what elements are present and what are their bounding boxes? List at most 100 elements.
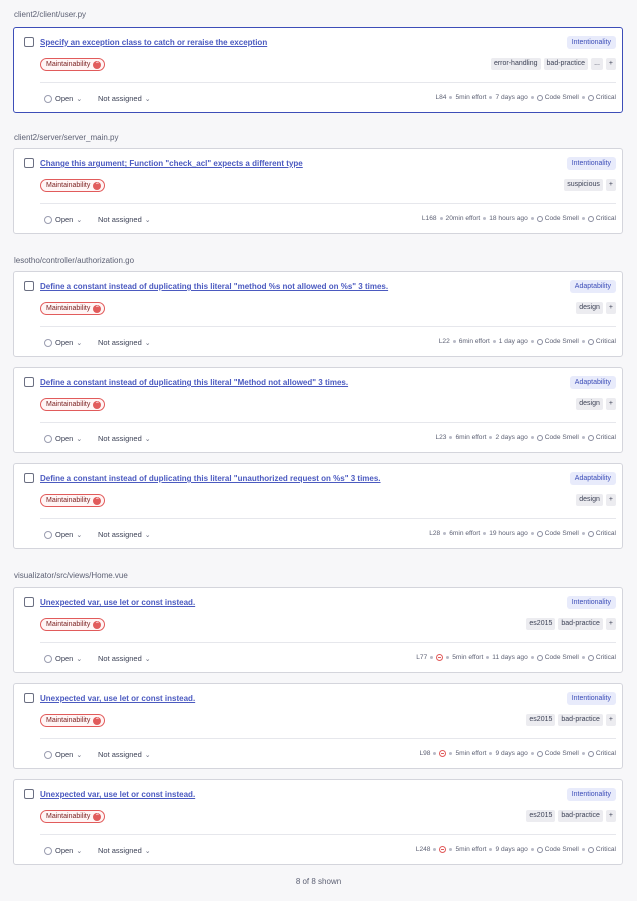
- tag[interactable]: suspicious: [564, 179, 603, 191]
- divider: [40, 738, 616, 739]
- severity: Critical: [595, 215, 616, 222]
- add-tag-button[interactable]: +: [605, 398, 616, 410]
- add-tag-button[interactable]: +: [605, 714, 616, 726]
- add-tag-button[interactable]: +: [605, 618, 616, 630]
- select-checkbox[interactable]: [24, 37, 34, 47]
- divider: [40, 422, 616, 423]
- tag[interactable]: design: [576, 302, 603, 314]
- issue-title-link[interactable]: Change this argument; Function "check_ac…: [40, 159, 303, 168]
- software-quality-impact-badge[interactable]: Maintainability ⌃: [40, 302, 106, 315]
- clean-code-attribute-badge[interactable]: Intentionality: [566, 692, 616, 705]
- issue-card[interactable]: Unexpected var, use let or const instead…: [13, 779, 623, 865]
- impact-label: Maintainability: [46, 401, 91, 408]
- tag[interactable]: bad-practice: [543, 58, 589, 70]
- select-checkbox[interactable]: [24, 789, 34, 799]
- severity: Critical: [595, 530, 616, 537]
- tag[interactable]: design: [576, 494, 603, 506]
- issue-title-link[interactable]: Define a constant instead of duplicating…: [40, 474, 381, 483]
- effort: 5min effort: [455, 846, 487, 853]
- status-dropdown[interactable]: Open ⌄: [44, 94, 82, 103]
- status-dropdown[interactable]: Open ⌄: [44, 750, 82, 759]
- severity-icon: [587, 434, 594, 441]
- add-tag-button[interactable]: +: [605, 58, 616, 70]
- tag[interactable]: error-handling: [490, 58, 541, 70]
- software-quality-impact-badge[interactable]: Maintainability ⌃: [40, 398, 106, 411]
- clean-code-attribute-badge[interactable]: Adaptability: [569, 472, 616, 485]
- status-dropdown[interactable]: Open ⌄: [44, 215, 82, 224]
- tag[interactable]: es2015: [526, 810, 556, 822]
- assignee-dropdown[interactable]: Not assigned ⌄: [98, 750, 151, 759]
- age: 9 days ago: [495, 750, 528, 757]
- chevron-down-icon: ⌄: [144, 847, 151, 855]
- issue-card[interactable]: Define a constant instead of duplicating…: [13, 367, 623, 453]
- clean-code-attribute-badge[interactable]: Intentionality: [566, 596, 616, 609]
- clean-code-attribute-badge[interactable]: Intentionality: [566, 36, 616, 49]
- select-checkbox[interactable]: [24, 158, 34, 168]
- tag[interactable]: design: [576, 398, 603, 410]
- code-smell-icon: [536, 215, 543, 222]
- issue-card[interactable]: Specify an exception class to catch or r…: [13, 27, 623, 113]
- status-dropdown[interactable]: Open ⌄: [44, 530, 82, 539]
- assignee-dropdown[interactable]: Not assigned ⌄: [98, 530, 151, 539]
- software-quality-impact-badge[interactable]: Maintainability ⌃: [40, 618, 106, 631]
- select-checkbox[interactable]: [24, 693, 34, 703]
- status-dropdown[interactable]: Open ⌄: [44, 654, 82, 663]
- assignee-label: Not assigned: [98, 215, 142, 224]
- tag[interactable]: ...: [591, 58, 603, 70]
- tag[interactable]: bad-practice: [558, 810, 603, 822]
- issue-type: Code Smell: [544, 215, 579, 222]
- software-quality-impact-badge[interactable]: Maintainability ⌃: [40, 494, 106, 507]
- issue-title-link[interactable]: Define a constant instead of duplicating…: [40, 282, 388, 291]
- status-dropdown[interactable]: Open ⌄: [44, 338, 82, 347]
- clean-code-attribute-badge[interactable]: Intentionality: [566, 788, 616, 801]
- issue-type: Code Smell: [544, 338, 579, 345]
- assignee-dropdown[interactable]: Not assigned ⌄: [98, 654, 151, 663]
- age: 19 hours ago: [489, 530, 528, 537]
- assignee-dropdown[interactable]: Not assigned ⌄: [98, 846, 151, 855]
- tag[interactable]: es2015: [526, 618, 556, 630]
- issue-meta: L168 20min effort 18 hours ago Code Smel…: [422, 215, 616, 222]
- add-tag-button[interactable]: +: [605, 810, 616, 822]
- impact-label: Maintainability: [46, 813, 91, 820]
- line-number: L84: [435, 94, 447, 101]
- issue-title-link[interactable]: Unexpected var, use let or const instead…: [40, 790, 195, 799]
- add-tag-button[interactable]: +: [605, 494, 616, 506]
- software-quality-impact-badge[interactable]: Maintainability ⌃: [40, 179, 106, 192]
- assignee-dropdown[interactable]: Not assigned ⌄: [98, 94, 151, 103]
- select-checkbox[interactable]: [24, 597, 34, 607]
- issue-title-link[interactable]: Unexpected var, use let or const instead…: [40, 598, 195, 607]
- select-checkbox[interactable]: [24, 473, 34, 483]
- add-tag-button[interactable]: +: [605, 179, 616, 191]
- issue-title-link[interactable]: Define a constant instead of duplicating…: [40, 378, 348, 387]
- issue-type: Code Smell: [544, 654, 579, 661]
- software-quality-impact-badge[interactable]: Maintainability ⌃: [40, 810, 106, 823]
- tag[interactable]: es2015: [526, 714, 556, 726]
- status-dropdown[interactable]: Open ⌄: [44, 846, 82, 855]
- software-quality-impact-badge[interactable]: Maintainability ⌃: [40, 58, 106, 71]
- status-open-icon: [44, 846, 52, 855]
- issue-title-link[interactable]: Unexpected var, use let or const instead…: [40, 694, 195, 703]
- tag[interactable]: bad-practice: [558, 618, 603, 630]
- line-number: L98: [419, 750, 431, 757]
- software-quality-impact-badge[interactable]: Maintainability ⌃: [40, 714, 106, 727]
- add-tag-button[interactable]: +: [605, 302, 616, 314]
- chevron-down-icon: ⌄: [76, 655, 83, 663]
- assignee-dropdown[interactable]: Not assigned ⌄: [98, 338, 151, 347]
- select-checkbox[interactable]: [24, 377, 34, 387]
- issue-card[interactable]: Unexpected var, use let or const instead…: [13, 587, 623, 673]
- select-checkbox[interactable]: [24, 281, 34, 291]
- deprecated-icon: [439, 750, 447, 757]
- assignee-dropdown[interactable]: Not assigned ⌄: [98, 434, 151, 443]
- issue-card[interactable]: Define a constant instead of duplicating…: [13, 271, 623, 357]
- tag[interactable]: bad-practice: [558, 714, 603, 726]
- clean-code-attribute-badge[interactable]: Adaptability: [569, 376, 616, 389]
- issue-title-link[interactable]: Specify an exception class to catch or r…: [40, 38, 267, 47]
- clean-code-attribute-badge[interactable]: Adaptability: [569, 280, 616, 293]
- assignee-dropdown[interactable]: Not assigned ⌄: [98, 215, 151, 224]
- status-dropdown[interactable]: Open ⌄: [44, 434, 82, 443]
- issue-card[interactable]: Unexpected var, use let or const instead…: [13, 683, 623, 769]
- file-path: client2/server/server_main.py: [14, 133, 119, 142]
- issue-card[interactable]: Define a constant instead of duplicating…: [13, 463, 623, 549]
- issue-card[interactable]: Change this argument; Function "check_ac…: [13, 148, 623, 234]
- clean-code-attribute-badge[interactable]: Intentionality: [566, 157, 616, 170]
